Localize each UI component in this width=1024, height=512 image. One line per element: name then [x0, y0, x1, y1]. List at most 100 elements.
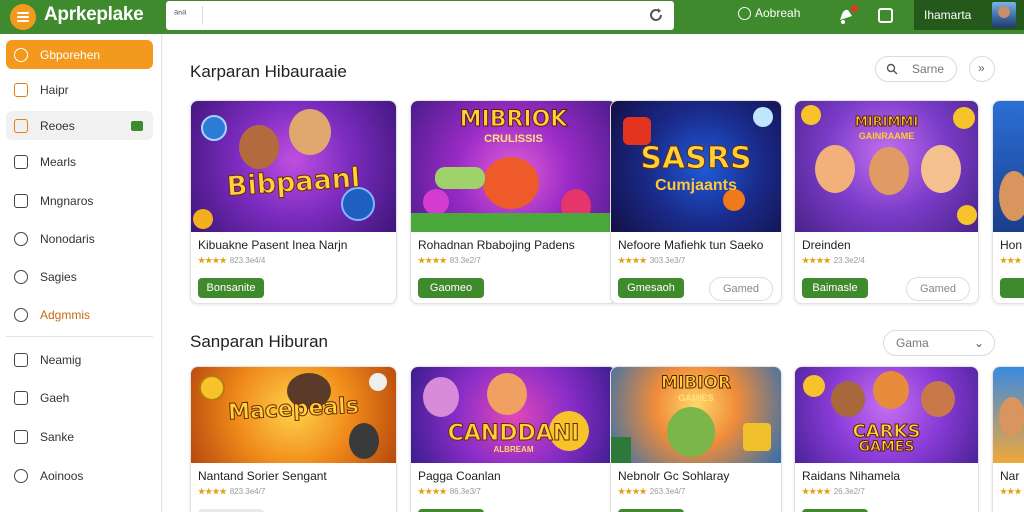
search-icon — [886, 63, 898, 75]
game-thumbnail[interactable] — [993, 367, 1024, 463]
sidebar-item-10[interactable]: Sanke — [6, 422, 153, 451]
window-icon[interactable] — [878, 8, 893, 23]
thumbnail-title: MIBIOR — [660, 373, 732, 394]
game-thumbnail[interactable]: MIBIOR GAMIES — [611, 367, 781, 463]
sidebar-item-5[interactable]: Nonodaris — [6, 224, 153, 253]
game-card[interactable]: CARKS GAMES Raidans Nihamela ★★★★ 26.3e2/… — [794, 366, 979, 512]
sidebar-item-2[interactable]: Reoes — [6, 111, 153, 140]
notification-dot — [851, 5, 858, 12]
game-thumbnail[interactable] — [993, 101, 1024, 232]
game-title: Dreinden — [802, 238, 851, 252]
category-filter-label: Gama — [896, 336, 929, 350]
sidebar-item-label: Neamig — [40, 352, 82, 367]
sidebar-item-label: Mearls — [40, 154, 77, 169]
coin-decoration — [201, 115, 227, 141]
search-tag: ᵃⁿᵃ — [174, 8, 187, 20]
section-search-button[interactable]: Sarne — [875, 56, 957, 82]
sidebar-item-6[interactable]: Sagies — [6, 262, 153, 291]
game-thumbnail[interactable]: Macepeals — [191, 367, 396, 463]
grass-decoration — [411, 213, 616, 232]
sidebar-item-0[interactable]: Gbporehen — [6, 40, 153, 69]
notifications-button[interactable] — [836, 5, 858, 26]
rating: ★★★★ 823.3e4/7 — [198, 487, 265, 496]
section-title-2: Sanparan Hiburan — [190, 332, 328, 351]
game-thumbnail[interactable]: MIBRIOK CRULISSIS — [411, 101, 616, 232]
rating-stars: ★★★ — [1000, 487, 1022, 496]
game-card[interactable]: MIBRIOK CRULISSIS Rohadnan Rbabojing Pad… — [410, 100, 617, 304]
coin-decoration — [957, 205, 977, 225]
rating: ★★★★ 823.3e4/4 — [198, 256, 265, 265]
game-card[interactable]: Hon ★★★ — [992, 100, 1024, 304]
play-button[interactable]: Bonsanite — [198, 278, 264, 298]
thumbnail-subtitle: ALBREAM — [493, 445, 534, 454]
games-button[interactable]: Gamed — [906, 277, 970, 301]
hamburger-menu-icon[interactable] — [10, 4, 36, 30]
account-label: Aobreah — [755, 6, 801, 20]
game-card[interactable]: MIBIOR GAMIES Nebnolr Gc Sohlaray ★★★★ 26… — [610, 366, 782, 512]
character-decoration — [667, 407, 715, 457]
rating-meta: 263.3e4/7 — [649, 487, 686, 496]
compass-icon — [14, 307, 28, 322]
game-thumbnail[interactable]: SASRS Cumjaants — [611, 101, 781, 232]
sidebar-item-9[interactable]: Gaeh — [6, 383, 153, 412]
sidebar-item-11[interactable]: Aoinoos — [6, 461, 153, 490]
play-button[interactable]: Gmesaoh — [618, 278, 684, 298]
sidebar-item-7[interactable]: Adgmmis — [6, 300, 153, 329]
rating-stars: ★★★★ — [802, 487, 831, 496]
play-button[interactable] — [1000, 278, 1024, 298]
search-input[interactable] — [206, 4, 626, 26]
game-title: Pagga Coanlan — [418, 469, 501, 483]
sidebar-item-label: Sanke — [40, 429, 75, 444]
list-icon — [14, 352, 28, 367]
play-button[interactable]: Baimasle — [802, 278, 868, 298]
chart-icon — [14, 154, 28, 169]
game-card[interactable]: MIRIMMI GAINRAAME Dreinden ★★★★ 23.3e2/4 … — [794, 100, 979, 304]
game-card[interactable]: CANDDANI ALBREAM Pagga Coanlan ★★★★ 86.3e… — [410, 366, 617, 512]
game-card[interactable]: SASRS Cumjaants Nefoore Mafiehk tun Saek… — [610, 100, 782, 304]
coin-decoration — [953, 107, 975, 129]
game-card[interactable]: Macepeals Nantand Sorier Sengant ★★★★ 823… — [190, 366, 397, 512]
game-title: Nefoore Mafiehk tun Saeko — [618, 238, 764, 252]
avatar[interactable] — [992, 2, 1016, 28]
box-icon — [14, 429, 28, 444]
character-decoration — [239, 125, 279, 169]
coin-decoration — [199, 375, 225, 401]
game-thumbnail[interactable]: Bibpaanl — [191, 101, 396, 232]
search-bar[interactable]: ᵃⁿᵃ — [166, 1, 674, 30]
rating-meta: 83.3e2/7 — [449, 256, 481, 265]
sidebar-item-3[interactable]: Mearls — [6, 147, 153, 176]
thumbnail-title: SASRS — [640, 141, 752, 177]
rating: ★★★★ 23.3e2/4 — [802, 256, 865, 265]
game-thumbnail[interactable]: MIRIMMI GAINRAAME — [795, 101, 978, 232]
play-button[interactable]: Gaomeo — [418, 278, 484, 298]
sidebar-item-8[interactable]: Neamig — [6, 345, 153, 374]
game-card[interactable]: Nar ★★★ — [992, 366, 1024, 512]
account-link[interactable]: Aobreah — [738, 6, 800, 20]
rating-meta: 86.3e3/7 — [449, 487, 481, 496]
rating: ★★★ — [1000, 487, 1022, 496]
character-decoration — [999, 397, 1024, 437]
rating: ★★★★ 26.3e2/7 — [802, 487, 865, 496]
rating-stars: ★★★★ — [618, 256, 647, 265]
account-icon — [738, 6, 751, 20]
section-search-label: Sarne — [912, 62, 945, 76]
sidebar-item-1[interactable]: Haipr — [6, 75, 153, 104]
expand-icon[interactable] — [969, 56, 995, 82]
game-thumbnail[interactable]: CANDDANI ALBREAM — [411, 367, 616, 463]
games-button[interactable]: Gamed — [709, 277, 773, 301]
game-card[interactable]: Bibpaanl Kibuakne Pasent Inea Narjn ★★★★… — [190, 100, 397, 304]
sidebar-item-4[interactable]: Mngnaros — [6, 186, 153, 215]
tree-decoration — [611, 437, 631, 463]
app-title[interactable]: Aprkeplake — [44, 4, 144, 26]
user-menu[interactable]: Ihamarta — [914, 0, 1024, 30]
game-thumbnail[interactable]: CARKS GAMES — [795, 367, 978, 463]
smile-icon — [14, 47, 28, 62]
refresh-icon[interactable] — [648, 7, 664, 23]
game-title: Nantand Sorier Sengant — [198, 469, 327, 483]
rating-meta: 823.3e4/7 — [229, 487, 266, 496]
rating: ★★★ — [1000, 256, 1022, 265]
chevron-down-icon: ⌄ — [973, 336, 984, 350]
rating: ★★★★ 86.3e3/7 — [418, 487, 481, 496]
game-title: Hon — [1000, 238, 1023, 252]
category-filter[interactable]: Gama ⌄ — [883, 330, 995, 356]
